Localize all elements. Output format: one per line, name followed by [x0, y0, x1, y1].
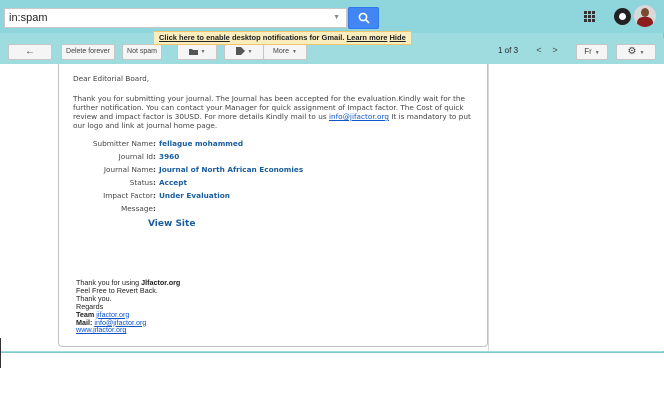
label-tag-icon: [235, 47, 245, 56]
language-label: Fr: [584, 47, 592, 56]
move-to-button[interactable]: ▼: [177, 44, 217, 60]
avatar[interactable]: [634, 5, 656, 27]
apps-grid-icon[interactable]: [584, 11, 596, 23]
search-options-caret-icon[interactable]: ▼: [333, 14, 340, 21]
greeting: Dear Editorial Board,: [73, 74, 150, 83]
chevron-down-icon: ▼: [594, 50, 600, 56]
field-value: Accept: [159, 178, 187, 187]
site-link[interactable]: www.jifactor.org: [76, 325, 126, 334]
enable-notifications-link[interactable]: Click here to enable: [159, 33, 230, 42]
field-row: Message :: [73, 204, 483, 216]
body-paragraph: Thank you for submitting your journal. T…: [73, 94, 483, 130]
search-query[interactable]: in:spam: [9, 12, 48, 24]
delete-forever-label: Delete forever: [66, 48, 110, 55]
search-input[interactable]: in:spam ▼: [4, 8, 347, 28]
field-value: fellague mohammed: [159, 139, 244, 148]
field-label: Message: [121, 204, 153, 213]
field-separator: :: [153, 139, 156, 148]
field-label: Journal Id: [118, 152, 153, 161]
field-label: Impact Factor: [103, 191, 153, 200]
field-value: Journal of North African Economies: [159, 165, 304, 174]
back-button[interactable]: ←: [8, 44, 52, 60]
notification-banner: Click here to enable desktop notificatio…: [153, 31, 412, 45]
field-separator: :: [153, 204, 156, 213]
chevron-right-icon: >: [552, 45, 558, 55]
field-separator: :: [153, 165, 156, 174]
pagination-count: 1 of 3: [498, 46, 519, 55]
field-row: Journal Id : 3960: [73, 152, 483, 164]
chevron-down-icon: ▼: [247, 49, 253, 55]
info-email-link[interactable]: info@jifactor.org: [329, 112, 389, 121]
field-row: Impact Factor : Under Evaluation: [73, 191, 483, 203]
labels-button[interactable]: ▼: [224, 44, 264, 60]
right-side-panel: [488, 64, 664, 351]
field-row: Submitter Name : fellague mohammed: [73, 139, 483, 151]
search-button[interactable]: [348, 7, 379, 29]
search-icon: [358, 12, 370, 24]
field-row: Status : Accept: [73, 178, 483, 190]
chevron-down-icon: ▼: [200, 49, 206, 55]
field-separator: :: [153, 191, 156, 200]
top-bar: in:spam ▼: [0, 0, 664, 33]
field-row: Journal Name : Journal of North African …: [73, 165, 483, 177]
older-button[interactable]: >: [545, 44, 565, 60]
avatar-head: [641, 8, 649, 17]
signature-line: www.jifactor.org: [76, 326, 180, 334]
view-site-link[interactable]: View Site: [148, 220, 195, 229]
chevron-down-icon: ▼: [639, 50, 645, 56]
field-value: 3960: [159, 152, 180, 161]
field-value: Under Evaluation: [159, 191, 230, 200]
back-arrow-icon: ←: [25, 46, 35, 57]
field-label: Status: [129, 178, 153, 187]
not-spam-label: Not spam: [127, 48, 157, 55]
field-separator: :: [153, 152, 156, 161]
delete-forever-button[interactable]: Delete forever: [61, 44, 115, 60]
email-signature: Thank you for using Jlfactor.org Feel Fr…: [76, 279, 180, 334]
window-edge: [0, 338, 1, 368]
chevron-down-icon: ▼: [292, 49, 297, 55]
input-tools-button[interactable]: Fr ▼: [576, 44, 608, 60]
more-label: More: [273, 48, 289, 55]
not-spam-button[interactable]: Not spam: [122, 44, 162, 60]
field-label: Journal Name: [103, 165, 153, 174]
more-button[interactable]: More ▼: [263, 44, 307, 60]
field-label: Submitter Name: [92, 139, 153, 148]
learn-more-link[interactable]: Learn more: [347, 33, 388, 42]
hide-link[interactable]: Hide: [390, 33, 406, 42]
field-separator: :: [153, 178, 156, 187]
notification-text: desktop notifications for Gmail.: [231, 33, 345, 42]
settings-button[interactable]: ⚙ ▼: [616, 44, 656, 60]
gear-icon: ⚙: [627, 46, 637, 57]
folder-icon: [188, 48, 198, 55]
account-circle-icon[interactable]: [614, 8, 631, 25]
avatar-body: [637, 17, 653, 27]
chevron-left-icon: <: [536, 45, 542, 55]
